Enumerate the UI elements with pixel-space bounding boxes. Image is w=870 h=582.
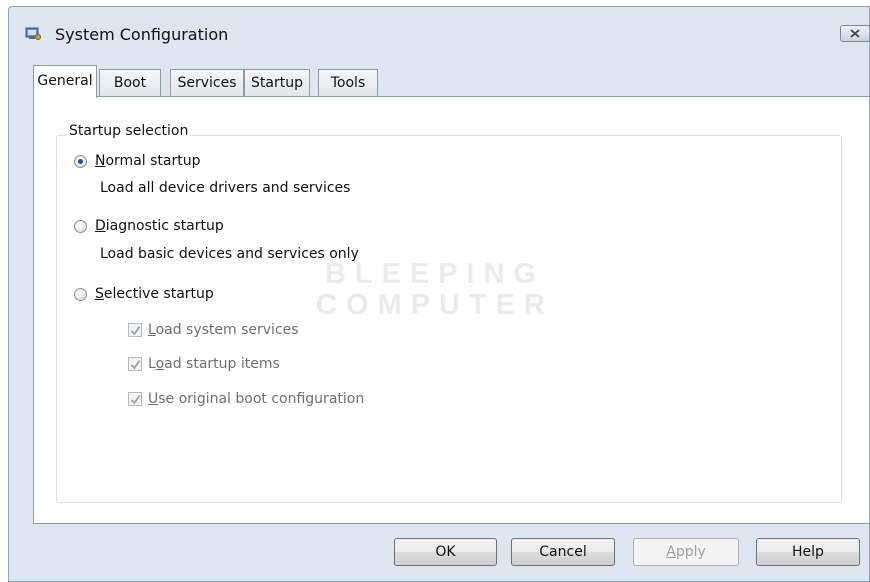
load-system-services-checkbox[interactable]: Load system services (128, 322, 299, 338)
diagnostic-startup-description: Load basic devices and services only (100, 246, 359, 262)
close-icon (849, 26, 861, 42)
diagnostic-startup-radio[interactable]: Diagnostic startup (74, 218, 224, 234)
tab-startup[interactable]: Startup (244, 69, 310, 97)
help-button[interactable]: Help (756, 538, 860, 566)
tab-services[interactable]: Services (170, 69, 244, 97)
startup-selection-label: Startup selection (67, 123, 191, 139)
diagnostic-startup-label: Diagnostic startup (95, 218, 224, 234)
use-original-boot-config-label: Use original boot configuration (148, 391, 365, 407)
watermark-line-1: BLEEPING (324, 258, 546, 290)
checkbox-checked-disabled[interactable] (128, 323, 142, 337)
system-configuration-window: System Configuration General Boot Servic… (8, 6, 870, 582)
title-bar[interactable]: System Configuration (9, 7, 869, 62)
normal-startup-radio[interactable]: Normal startup (74, 153, 200, 169)
radio-button[interactable] (74, 219, 87, 233)
general-tab-panel: Startup selection BLEEPING COMPUTER Norm… (33, 96, 869, 524)
load-startup-items-label: Load startup items (148, 356, 280, 372)
checkmark-icon (130, 360, 141, 370)
close-button[interactable] (840, 25, 869, 42)
tab-boot[interactable]: Boot (99, 69, 161, 97)
checkmark-icon (130, 326, 141, 336)
load-startup-items-checkbox[interactable]: Load startup items (128, 356, 280, 372)
selective-startup-label: Selective startup (95, 286, 214, 302)
system-config-icon (25, 27, 41, 41)
watermark: BLEEPING COMPUTER (316, 259, 554, 321)
apply-button[interactable]: Apply (633, 538, 739, 566)
use-original-boot-config-checkbox[interactable]: Use original boot configuration (128, 391, 364, 407)
checkmark-icon (130, 395, 141, 405)
radio-button[interactable] (74, 287, 87, 301)
normal-startup-description: Load all device drivers and services (100, 180, 351, 196)
cancel-button[interactable]: Cancel (511, 538, 615, 566)
tab-tools[interactable]: Tools (318, 69, 378, 97)
tab-general[interactable]: General (33, 65, 97, 98)
ok-button[interactable]: OK (394, 538, 497, 566)
radio-button-selected[interactable] (74, 154, 87, 168)
checkbox-checked-disabled[interactable] (128, 357, 142, 371)
watermark-line-2: COMPUTER (316, 289, 554, 321)
normal-startup-label: Normal startup (95, 153, 201, 169)
selective-startup-radio[interactable]: Selective startup (74, 286, 214, 302)
load-system-services-label: Load system services (148, 322, 299, 338)
checkbox-checked-disabled[interactable] (128, 392, 142, 406)
window-title: System Configuration (55, 25, 229, 44)
